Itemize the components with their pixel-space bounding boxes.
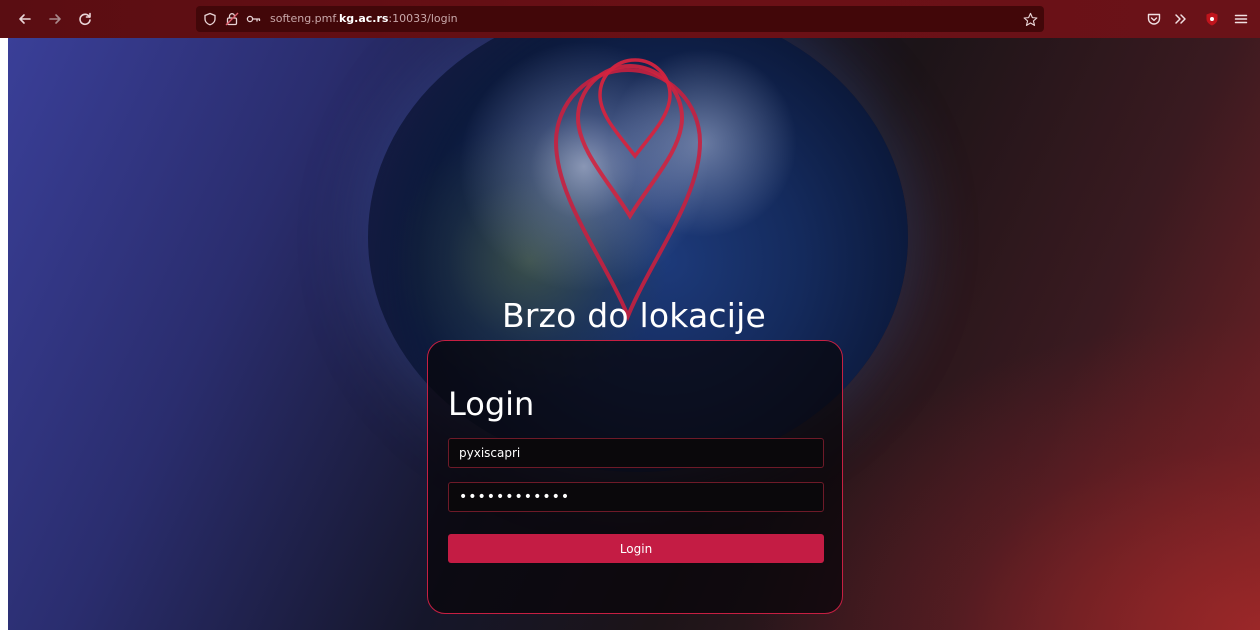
ublock-icon[interactable] bbox=[1203, 10, 1221, 28]
url-bar[interactable]: softeng.pmf.kg.ac.rs:10033/login bbox=[196, 6, 1044, 32]
url-text[interactable]: softeng.pmf.kg.ac.rs:10033/login bbox=[270, 12, 458, 25]
login-page: Brzo do lokacije Login Login bbox=[8, 38, 1260, 630]
shield-icon[interactable] bbox=[202, 11, 218, 27]
url-domain: kg.ac.rs bbox=[338, 12, 389, 25]
pocket-icon[interactable] bbox=[1145, 10, 1163, 28]
login-card: Login Login bbox=[427, 340, 843, 614]
login-button[interactable]: Login bbox=[448, 534, 824, 563]
lock-icon[interactable] bbox=[224, 11, 240, 27]
url-prefix: softeng.pmf. bbox=[270, 12, 339, 25]
key-icon[interactable] bbox=[246, 11, 262, 27]
username-input[interactable] bbox=[448, 438, 824, 468]
bookmark-star-icon[interactable] bbox=[1022, 11, 1038, 27]
login-title: Login bbox=[448, 385, 535, 423]
url-suffix: :10033/login bbox=[388, 12, 458, 25]
brand-title: Brzo do lokacije bbox=[502, 296, 766, 335]
menu-icon[interactable] bbox=[1232, 10, 1250, 28]
browser-toolbar: softeng.pmf.kg.ac.rs:10033/login bbox=[0, 0, 1260, 38]
map-pin-icon bbox=[553, 58, 703, 322]
reload-icon[interactable] bbox=[74, 8, 96, 30]
password-input[interactable] bbox=[448, 482, 824, 512]
back-arrow-icon[interactable] bbox=[14, 8, 36, 30]
extensions-icon[interactable] bbox=[1172, 10, 1190, 28]
forward-arrow-icon[interactable] bbox=[44, 8, 66, 30]
